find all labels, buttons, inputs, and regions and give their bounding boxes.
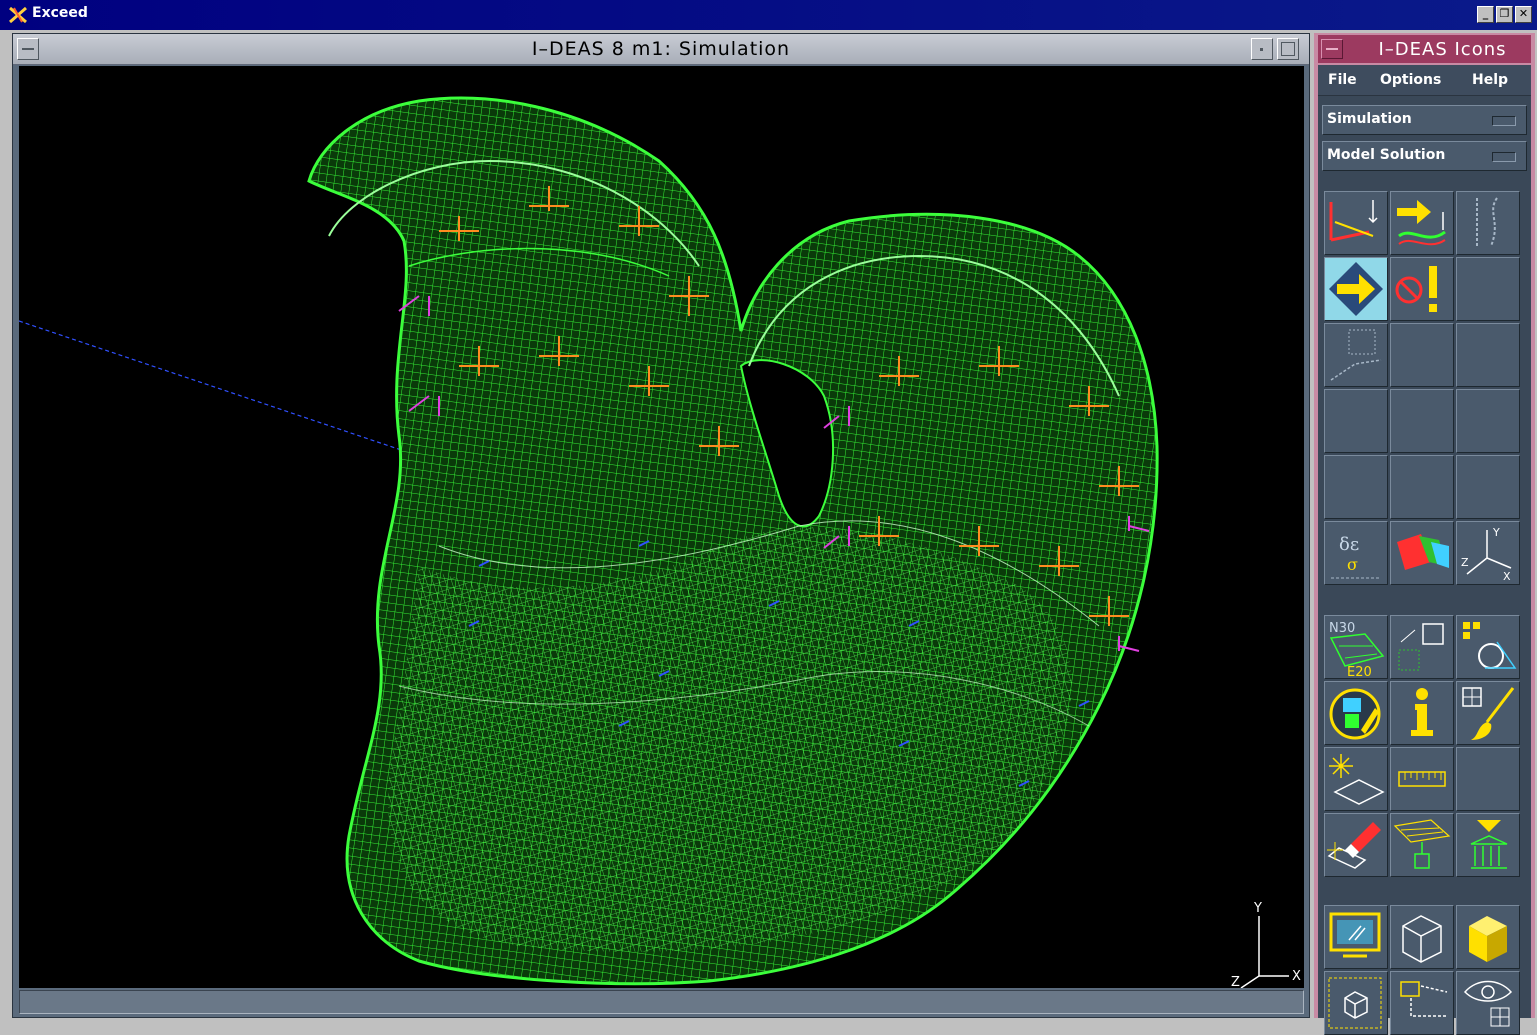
task-model-solution-indicator bbox=[1492, 152, 1516, 162]
ideas-icons-window: I–DEAS Icons File Options Help Simulatio… bbox=[1314, 33, 1535, 1035]
empty-tile bbox=[1324, 389, 1388, 453]
coordinate-triad: Y X Z bbox=[1231, 901, 1301, 988]
workplane-axes-icon[interactable]: Y X Z bbox=[1456, 521, 1520, 585]
task-model-solution-label: Model Solution bbox=[1327, 147, 1446, 163]
empty-tile bbox=[1456, 747, 1520, 811]
icons-menubar: File Options Help bbox=[1318, 65, 1531, 96]
curve-data-icon[interactable] bbox=[1324, 323, 1388, 387]
task-simulation[interactable]: Simulation bbox=[1322, 105, 1527, 135]
paint-brush-icon[interactable] bbox=[1456, 681, 1520, 745]
svg-text:N30: N30 bbox=[1329, 621, 1355, 636]
modify-entity-icon[interactable] bbox=[1324, 681, 1388, 745]
triad-x-label: X bbox=[1292, 969, 1301, 984]
empty-tile bbox=[1456, 389, 1520, 453]
menu-file[interactable]: File bbox=[1328, 72, 1357, 88]
exceed-title-bar: Exceed _ ❐ ✕ bbox=[0, 0, 1537, 30]
exceed-title: Exceed bbox=[32, 5, 88, 21]
simulation-window-title-bar: I–DEAS 8 m1: Simulation bbox=[13, 34, 1309, 65]
mesh-area-icon[interactable] bbox=[1390, 615, 1454, 679]
measure-ruler-icon[interactable] bbox=[1390, 747, 1454, 811]
info-icon[interactable] bbox=[1390, 681, 1454, 745]
store-library-icon[interactable] bbox=[1456, 813, 1520, 877]
window-minimize-button[interactable] bbox=[1251, 38, 1273, 60]
restraint-icon[interactable] bbox=[1324, 191, 1388, 255]
wireframe-cube-icon[interactable] bbox=[1390, 905, 1454, 969]
empty-tile bbox=[1390, 389, 1454, 453]
workplane-icon[interactable] bbox=[1324, 747, 1388, 811]
window-maximize-button[interactable] bbox=[1277, 38, 1299, 60]
menu-options[interactable]: Options bbox=[1380, 72, 1441, 88]
svg-text:Y: Y bbox=[1492, 526, 1500, 539]
empty-tile bbox=[1456, 455, 1520, 519]
load-arrow-icon[interactable] bbox=[1390, 191, 1454, 255]
view-cube-icon[interactable] bbox=[1324, 971, 1388, 1035]
mesh-grid-lower bbox=[388, 527, 1072, 952]
empty-tile bbox=[1456, 323, 1520, 387]
menu-help[interactable]: Help bbox=[1472, 72, 1508, 88]
task-simulation-indicator bbox=[1492, 116, 1516, 126]
svg-text:σ: σ bbox=[1347, 555, 1358, 574]
icons-window-menu-button[interactable] bbox=[1321, 39, 1343, 59]
view-eye-icon[interactable] bbox=[1456, 971, 1520, 1035]
task-model-solution[interactable]: Model Solution bbox=[1322, 141, 1527, 171]
check-warning-icon[interactable] bbox=[1390, 257, 1454, 321]
display-monitor-icon[interactable] bbox=[1324, 905, 1388, 969]
node-element-icon[interactable]: N30 E20 bbox=[1324, 615, 1388, 679]
triad-y-label: Y bbox=[1253, 901, 1262, 916]
empty-tile bbox=[1456, 257, 1520, 321]
wireframe-mesh-model[interactable]: Y X Z bbox=[19, 66, 1304, 988]
shaded-cube-icon[interactable] bbox=[1456, 905, 1520, 969]
empty-tile bbox=[1324, 455, 1388, 519]
empty-tile bbox=[1390, 323, 1454, 387]
svg-text:Z: Z bbox=[1461, 556, 1469, 569]
close-button[interactable]: ✕ bbox=[1515, 6, 1532, 23]
mesh-extrude-icon[interactable] bbox=[1390, 813, 1454, 877]
contour-display-icon[interactable] bbox=[1390, 521, 1454, 585]
task-simulation-label: Simulation bbox=[1327, 111, 1412, 127]
boundary-condition-icon[interactable] bbox=[1324, 257, 1388, 321]
svg-text:E20: E20 bbox=[1347, 665, 1372, 678]
view-zoom-icon[interactable] bbox=[1390, 971, 1454, 1035]
ideas-icons-title-bar: I–DEAS Icons bbox=[1318, 35, 1531, 63]
empty-tile bbox=[1390, 455, 1454, 519]
constraint-set-icon[interactable] bbox=[1456, 191, 1520, 255]
stress-strain-icon[interactable]: δε σ bbox=[1324, 521, 1388, 585]
simulation-window-title: I–DEAS 8 m1: Simulation bbox=[531, 38, 791, 60]
icons-panel-body: File Options Help Simulation Model Solut… bbox=[1318, 65, 1531, 1035]
delete-eraser-icon[interactable] bbox=[1324, 813, 1388, 877]
graphics-viewport[interactable]: Y X Z bbox=[19, 66, 1304, 988]
geometry-shapes-icon[interactable] bbox=[1456, 615, 1520, 679]
minimize-button[interactable]: _ bbox=[1477, 6, 1494, 23]
axis-line bbox=[19, 320, 420, 457]
ideas-icons-title: I–DEAS Icons bbox=[1378, 39, 1507, 60]
simulation-window: I–DEAS 8 m1: Simulation Y X Z bbox=[12, 33, 1310, 1018]
status-bar bbox=[19, 990, 1304, 1014]
exceed-x-icon bbox=[9, 6, 27, 24]
restore-button[interactable]: ❐ bbox=[1496, 6, 1513, 23]
svg-text:δε: δε bbox=[1339, 534, 1359, 555]
triad-z-label: Z bbox=[1231, 975, 1240, 988]
svg-text:X: X bbox=[1503, 570, 1511, 583]
